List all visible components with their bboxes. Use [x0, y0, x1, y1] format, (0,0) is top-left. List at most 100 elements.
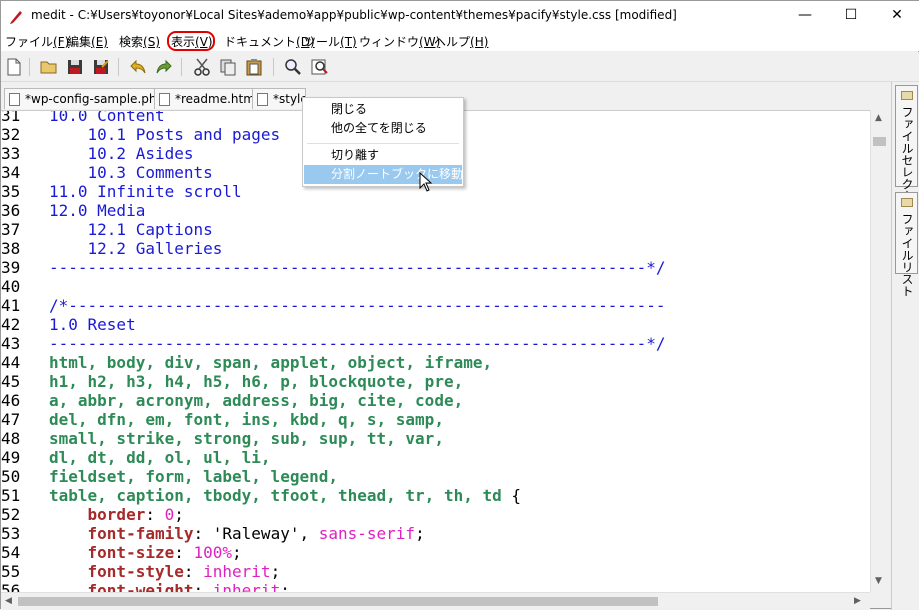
code-line: 41 /*------------------------------------… — [1, 296, 666, 315]
cut-icon[interactable] — [192, 57, 212, 77]
code-token: table, caption, tbody, tfoot, thead, tr,… — [49, 486, 502, 505]
code-token: del, dfn, em, font, ins, kbd, q, s, samp… — [49, 410, 444, 429]
code-line: 53 font-family: 'Raleway', sans-serif; — [1, 524, 425, 543]
code-token: 100% — [193, 543, 233, 562]
line-number: 35 — [1, 182, 21, 201]
code-token: ----------------------------------------… — [49, 258, 666, 277]
toolbar — [1, 52, 919, 82]
code-line: 47 del, dfn, em, font, ins, kbd, q, s, sa… — [1, 410, 444, 429]
tab-readme[interactable]: *readme.html — [154, 88, 264, 109]
code-line: 55 font-style: inherit; — [1, 562, 280, 581]
maximize-button[interactable]: ☐ — [828, 1, 874, 30]
new-file-icon[interactable] — [4, 57, 24, 77]
menu-edit[interactable]: 編集(E) — [67, 33, 108, 50]
copy-icon[interactable] — [218, 57, 238, 77]
horizontal-scrollbar[interactable]: ◀ ▶ — [1, 592, 870, 609]
code-token: : — [174, 543, 194, 562]
code-line: 46 a, abbr, acronym, address, big, cite, … — [1, 391, 463, 410]
line-number: 39 — [1, 258, 21, 277]
line-number: 52 — [1, 505, 21, 524]
paste-icon[interactable] — [244, 57, 264, 77]
document-icon — [257, 93, 268, 106]
tab-style-css[interactable]: *style.css — [252, 88, 306, 109]
code-line: 42 1.0 Reset — [1, 315, 136, 334]
code-line: 56 font-weight: inherit; — [1, 581, 290, 592]
mouse-cursor-icon — [419, 172, 433, 192]
code-line: 48 small, strike, strong, sub, sup, tt, v… — [1, 429, 444, 448]
file-selector-tab[interactable]: ファイルセレクター — [895, 85, 918, 214]
line-number: 33 — [1, 144, 21, 163]
close-button[interactable]: ✕ — [874, 1, 919, 30]
scroll-right-icon[interactable]: ▶ — [854, 596, 861, 606]
scroll-left-icon[interactable]: ◀ — [5, 596, 12, 606]
line-number: 55 — [1, 562, 21, 581]
menu-search[interactable]: 検索(S) — [119, 33, 160, 50]
code-token: font-weight — [49, 581, 194, 592]
vertical-scroll-thumb[interactable] — [873, 137, 886, 146]
folder-icon — [901, 198, 913, 207]
code-token: ----------------------------------------… — [49, 334, 666, 353]
save-icon[interactable] — [65, 57, 85, 77]
code-line: 31 10.0 Content — [1, 110, 165, 125]
scroll-up-icon[interactable]: ▲ — [875, 113, 882, 123]
line-number: 41 — [1, 296, 21, 315]
menu-tools[interactable]: ツール(T) — [304, 33, 357, 50]
code-token: a, abbr, acronym, address, big, cite, co… — [49, 391, 464, 410]
menu-document[interactable]: ドキュメント(D) — [224, 33, 315, 50]
save-as-icon[interactable] — [91, 57, 111, 77]
code-token: ; — [270, 562, 281, 581]
line-number: 53 — [1, 524, 21, 543]
code-line: 33 10.2 Asides — [1, 144, 194, 163]
tab-context-menu: 閉じる 他の全てを閉じる 切り離す 分割ノートブックに移動 — [302, 97, 464, 187]
ctx-close[interactable]: 閉じる — [304, 100, 462, 119]
vertical-scrollbar[interactable]: ▲ ▼ — [870, 110, 887, 592]
code-token: font-size — [49, 543, 175, 562]
ctx-move-to-split-notebook[interactable]: 分割ノートブックに移動 — [304, 165, 463, 184]
line-number: 42 — [1, 315, 21, 334]
line-number: 32 — [1, 125, 21, 144]
redo-icon[interactable] — [154, 57, 174, 77]
menu-window[interactable]: ウィンドウ(W) — [359, 33, 440, 50]
code-line: 34 10.3 Comments — [1, 163, 213, 182]
code-line: 44 html, body, div, span, applet, object,… — [1, 353, 492, 372]
title-bar: medit - C:¥Users¥toyonor¥Local Sites¥ade… — [1, 1, 919, 30]
line-number: 47 — [1, 410, 21, 429]
minimize-button[interactable]: — — [782, 1, 828, 30]
ctx-close-others[interactable]: 他の全てを閉じる — [304, 119, 462, 138]
line-number: 31 — [1, 110, 21, 125]
code-line: 38 12.2 Galleries — [1, 239, 222, 258]
code-token: 10.2 Asides — [49, 144, 194, 163]
replace-icon[interactable] — [309, 57, 329, 77]
line-number: 48 — [1, 429, 21, 448]
tab-wp-config-sample[interactable]: *wp-config-sample.php — [4, 88, 170, 109]
code-token: 12.1 Captions — [49, 220, 213, 239]
code-token: 1.0 Reset — [49, 315, 136, 334]
ctx-detach[interactable]: 切り離す — [304, 146, 462, 165]
menu-view[interactable]: 表示(V) — [171, 33, 213, 50]
code-token: small, strike, strong, sub, sup, tt, var… — [49, 429, 444, 448]
code-token: h1, h2, h3, h4, h5, h6, p, blockquote, p… — [49, 372, 464, 391]
code-token: font-family — [49, 524, 194, 543]
file-list-tab[interactable]: ファイルリスト — [895, 192, 918, 297]
line-number: 56 — [1, 581, 21, 592]
undo-icon[interactable] — [128, 57, 148, 77]
code-line: 54 font-size: 100%; — [1, 543, 242, 562]
code-line: 37 12.1 Captions — [1, 220, 213, 239]
code-line: 45 h1, h2, h3, h4, h5, h6, p, blockquote,… — [1, 372, 463, 391]
ctx-separator — [307, 143, 459, 144]
menu-help[interactable]: ヘルプ(H) — [434, 33, 488, 50]
menu-file[interactable]: ファイル(F) — [5, 33, 69, 50]
side-panel: ファイルセレクター ファイルリスト — [891, 82, 919, 610]
open-folder-icon[interactable] — [39, 57, 59, 77]
code-token: 11.0 Infinite scroll — [49, 182, 242, 201]
code-token: 12.0 Media — [49, 201, 146, 220]
line-number: 54 — [1, 543, 21, 562]
code-token: ; — [415, 524, 425, 543]
code-line: 36 12.0 Media — [1, 201, 145, 220]
scroll-down-icon[interactable]: ▼ — [875, 576, 882, 586]
code-line: 52 border: 0; — [1, 505, 184, 524]
find-icon[interactable] — [283, 57, 303, 77]
document-icon — [159, 93, 170, 106]
horizontal-scroll-thumb[interactable] — [18, 597, 658, 606]
code-token: 10.0 Content — [49, 110, 165, 125]
